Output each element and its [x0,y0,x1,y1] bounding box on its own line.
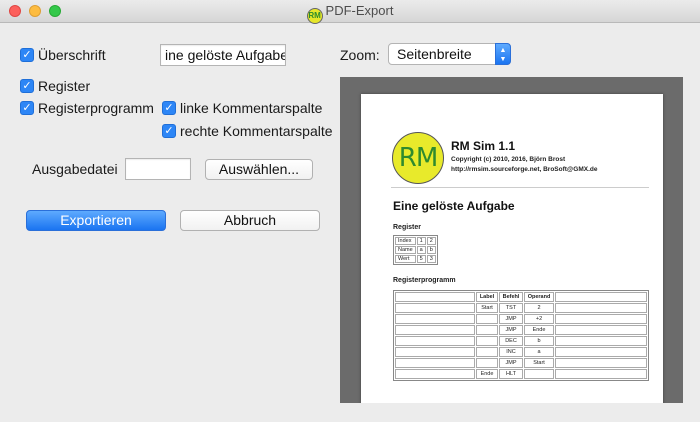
heading-checkbox[interactable]: ✓ Überschrift [20,47,106,63]
title-bar: RM PDF-Export [0,0,700,24]
register-program-checkbox-label: Registerprogramm [38,100,154,116]
table-row: Index 1 2 [395,237,436,245]
preview-page: RM RM Sim 1.1 Copyright (c) 2010, 2016, … [361,94,663,403]
table-row: JMP Ende [395,325,647,335]
preview-copyright: Copyright (c) 2010, 2016, Björn Brost [451,156,566,163]
heading-checkbox-label: Überschrift [38,47,106,63]
zoom-label: Zoom: [340,47,380,63]
table-row: Name a b [395,246,436,254]
pdf-preview[interactable]: RM RM Sim 1.1 Copyright (c) 2010, 2016, … [340,77,683,403]
left-comment-checkbox[interactable]: ✓ linke Kommentarspalte [162,100,322,116]
preview-program-table: Label Befehl Operand Start TST 2 JMP +2 JMP… [393,290,649,381]
preview-program-heading: Registerprogramm [393,277,456,284]
output-file-input[interactable] [125,158,191,180]
preview-register-heading: Register [393,224,422,231]
register-checkbox-label: Register [38,78,91,94]
zoom-select-value: Seitenbreite [397,46,472,62]
checkmark-icon: ✓ [20,101,34,115]
preview-contact: http://rmsim.sourceforge.net, BroSoft@GM… [451,166,598,173]
register-checkbox[interactable]: ✓ Register [20,78,90,94]
right-comment-checkbox[interactable]: ✓ rechte Kommentarspalte [162,123,333,139]
preview-doc-title: Eine gelöste Aufgabe [393,199,515,213]
table-row: JMP Start [395,358,647,368]
heading-input[interactable]: ine gelöste Aufgabe [160,44,286,66]
choose-file-button[interactable]: Auswählen... [205,159,313,180]
export-button[interactable]: Exportieren [26,210,166,231]
register-program-checkbox[interactable]: ✓ Registerprogramm [20,100,154,116]
zoom-select[interactable]: Seitenbreite ▲ ▼ [388,43,511,65]
checkmark-icon: ✓ [162,124,176,138]
preview-register-table: Index 1 2 Name a b Wert 5 3 [393,235,438,265]
updown-arrows-icon: ▲ ▼ [495,43,511,65]
window-title: RM PDF-Export [0,3,700,24]
cancel-button[interactable]: Abbruch [180,210,320,231]
right-comment-checkbox-label: rechte Kommentarspalte [180,123,333,139]
table-row: Wert 5 3 [395,255,436,263]
preview-divider [391,187,649,188]
table-header-row: Label Befehl Operand [395,292,647,302]
checkmark-icon: ✓ [162,101,176,115]
preview-app-title: RM Sim 1.1 [451,139,516,153]
table-row: Start TST 2 [395,303,647,313]
rm-logo-icon: RM [392,132,444,184]
checkmark-icon: ✓ [20,79,34,93]
table-row: INC a [395,347,647,357]
table-row: JMP +2 [395,314,647,324]
output-file-label: Ausgabedatei [32,161,118,177]
left-comment-checkbox-label: linke Kommentarspalte [180,100,323,116]
table-row: Ende HLT [395,369,647,379]
checkmark-icon: ✓ [20,48,34,62]
table-row: DEC b [395,336,647,346]
app-logo-icon: RM [306,8,323,24]
